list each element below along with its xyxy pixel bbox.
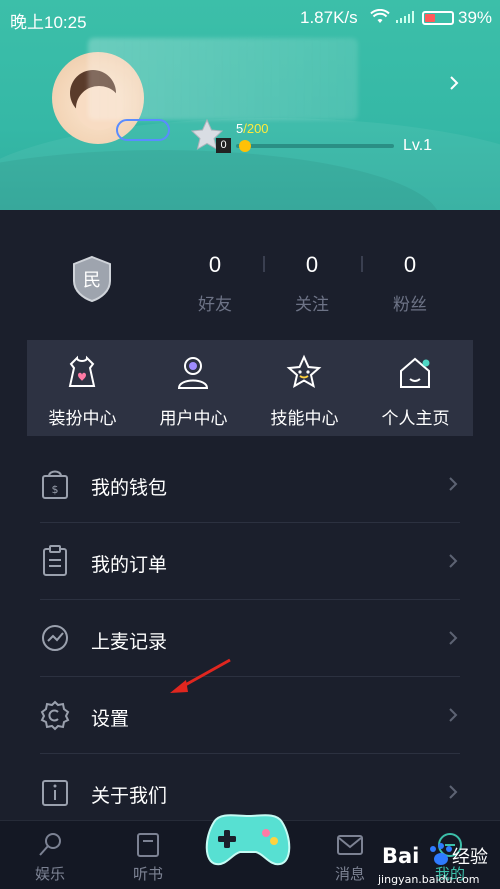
chevron-right-icon (449, 631, 458, 645)
stat-following[interactable]: 0 关注 (272, 250, 352, 315)
chevron-right-icon (449, 708, 458, 722)
annotation-arrow-icon (170, 658, 231, 693)
watermark-brand-2: 经验 (452, 847, 488, 868)
level-progress-knob (238, 140, 251, 152)
grid-label: 用户中心 (159, 409, 228, 428)
menu-item-orders[interactable]: 我的订单 (0, 523, 500, 600)
grid-user-center[interactable]: 用户中心 (138, 340, 249, 436)
quick-action-grid: 装扮中心 用户中心 技能中心 个人主页 (27, 340, 473, 436)
chevron-right-icon[interactable] (447, 76, 461, 90)
stat-friends[interactable]: 0 好友 (175, 250, 255, 315)
user-id-badge (116, 119, 170, 141)
gamepad-center-icon[interactable] (200, 804, 296, 874)
tab-entertainment[interactable]: 娱乐 (10, 821, 90, 889)
watermark-logo: Bai 经验 jingyan.baidu.com (376, 835, 496, 889)
menu-item-wallet[interactable]: $ 我的钱包 (0, 446, 500, 523)
grid-label: 个人主页 (381, 409, 450, 428)
tab-label: 娱乐 (34, 866, 65, 883)
book-icon (137, 833, 159, 857)
profile-header: 晚上10:25 1.87K/s 39% 0 5/200 Lv.1 (0, 0, 500, 210)
chevron-right-icon (449, 785, 458, 799)
user-icon (177, 357, 209, 389)
watermark-brand: Bai (382, 844, 419, 868)
wifi-icon (370, 9, 390, 23)
stat-friends-label: 好友 (198, 295, 232, 314)
tab-label: 听书 (132, 866, 163, 883)
grid-label: 装扮中心 (48, 409, 117, 428)
menu-label: 上麦记录 (91, 632, 168, 653)
battery-percent: 39% (458, 8, 493, 27)
star-count: 0 (216, 138, 231, 153)
menu-item-mic-record[interactable]: 上麦记录 (0, 600, 500, 677)
stat-divider (263, 256, 265, 272)
level-label: Lv.1 (403, 137, 433, 154)
stat-fans[interactable]: 0 粉丝 (370, 250, 450, 315)
status-network-speed: 1.87K/s (300, 8, 358, 27)
battery-icon (422, 11, 454, 25)
home-icon (400, 357, 430, 388)
svg-text:$: $ (52, 483, 59, 496)
stat-following-value: 0 (305, 252, 319, 277)
grid-skill-center[interactable]: 技能中心 (249, 340, 360, 436)
stat-fans-value: 0 (403, 252, 417, 277)
watermark-url: jingyan.baidu.com (377, 873, 480, 886)
username-blurred (88, 38, 358, 120)
menu-label: 设置 (91, 709, 130, 730)
baidu-paw-icon: Bai 经验 jingyan.baidu.com (377, 843, 488, 886)
stat-following-label: 关注 (295, 295, 329, 314)
grid-dress-center[interactable]: 装扮中心 (27, 340, 138, 436)
entertainment-icon (39, 833, 61, 856)
menu-label: 我的订单 (91, 555, 168, 576)
stat-fans-label: 粉丝 (393, 295, 427, 314)
wallet-icon: $ (42, 470, 68, 499)
settings-icon (40, 700, 70, 731)
message-icon (337, 835, 363, 855)
shield-char: 民 (83, 270, 101, 291)
level-max: /200 (243, 121, 269, 136)
signal-icon (396, 11, 414, 23)
tab-books[interactable]: 听书 (108, 821, 188, 889)
grid-label: 技能中心 (270, 409, 339, 428)
dress-icon (68, 355, 96, 387)
level-progress-text: 5/200 (236, 121, 269, 136)
chevron-right-icon (449, 477, 458, 491)
menu-item-settings[interactable]: 设置 (0, 677, 500, 754)
stat-friends-value: 0 (208, 252, 222, 277)
info-icon (42, 780, 68, 806)
chevron-right-icon (449, 554, 458, 568)
level-progress-bar (236, 144, 394, 148)
grid-personal-home[interactable]: 个人主页 (360, 340, 471, 436)
status-bar: 晚上10:25 1.87K/s 39% (0, 0, 500, 36)
stat-divider (361, 256, 363, 272)
status-time: 晚上10:25 (10, 13, 87, 32)
record-icon (42, 625, 68, 651)
shield-badge-icon: 民 (73, 255, 111, 303)
menu-label: 关于我们 (91, 786, 168, 807)
star-face-icon (286, 354, 322, 389)
order-icon (43, 545, 67, 576)
menu-label: 我的钱包 (91, 478, 168, 499)
